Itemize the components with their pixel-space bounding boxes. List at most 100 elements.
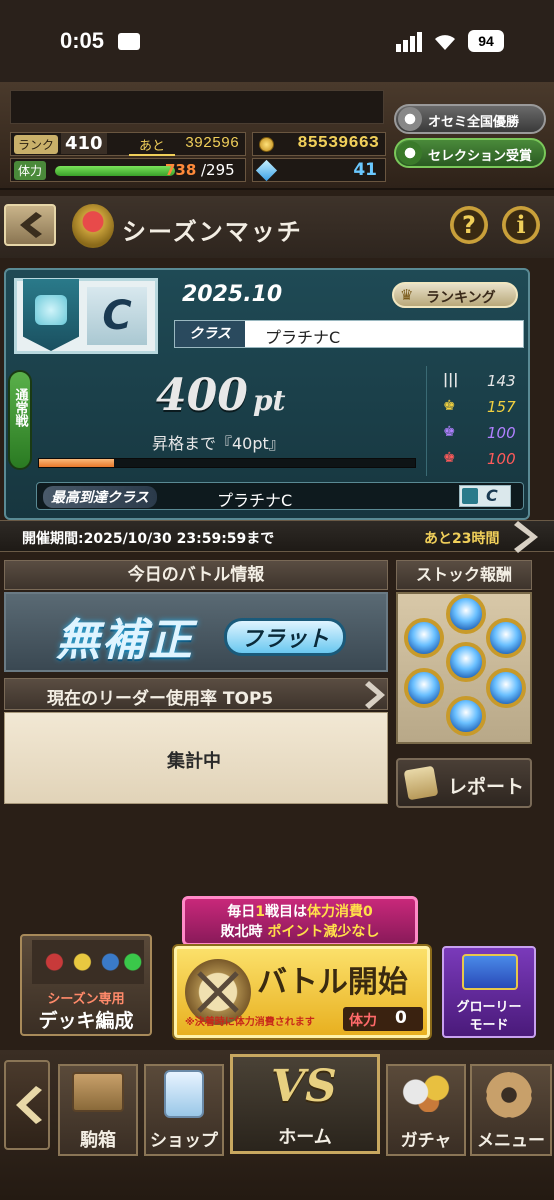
next-value: 392596 xyxy=(184,135,239,152)
chevron-left-icon xyxy=(16,1086,42,1124)
battle-start-label: バトル開始 xyxy=(257,965,408,1000)
bonus-text: 敗北時 xyxy=(220,924,263,940)
stamina-box: 体力 738 /295 xyxy=(10,158,246,182)
season-panel: C 2025.10 ♛ ランキング クラス プラチナC 通常戦 400 pt 昇… xyxy=(4,268,530,520)
purple-crown-icon: ♚ xyxy=(443,424,456,440)
stat-row: ♚ 100 xyxy=(443,448,523,470)
best-class-row: 最高到達クラス プラチナC C xyxy=(36,482,524,510)
leader-usage-label: 現在のリーダー使用率 TOP5 xyxy=(47,689,274,709)
platinum-crown-icon xyxy=(23,279,79,351)
deck-edit-button[interactable]: シーズン専用 デッキ編成 xyxy=(20,934,152,1036)
best-class-crown-icon xyxy=(462,488,478,504)
chevron-right-icon xyxy=(365,681,385,709)
next-label: あと xyxy=(129,135,176,156)
deck-edit-label: デッキ編成 xyxy=(38,1010,134,1032)
no-correction-banner: 無補正 フラット xyxy=(4,592,388,672)
help-button[interactable]: ? xyxy=(450,206,488,244)
bars-icon: ||| xyxy=(443,372,459,388)
national-win-button[interactable]: オセミ全国優勝 xyxy=(394,104,546,134)
promotion-progress-fill xyxy=(39,459,115,467)
promotion-progress-bar xyxy=(38,458,416,468)
stat-row: ♚ 100 xyxy=(443,422,523,444)
battle-cost-value: 0 xyxy=(395,1008,407,1028)
nav-item-home[interactable]: VS ホーム xyxy=(230,1054,380,1154)
leader-usage-header[interactable]: 現在のリーダー使用率 TOP5 xyxy=(4,678,388,710)
battle-note: ※決着時に体力消費されます xyxy=(185,1017,315,1028)
points-display: 400 pt xyxy=(156,370,285,421)
remaining-text: あと23時間 xyxy=(424,531,500,547)
rank-box: ランク 410 あと 392596 xyxy=(10,132,246,156)
banner-sub-text: フラット xyxy=(224,618,347,656)
crown-emblem-icon xyxy=(72,204,114,248)
nav-item-gacha[interactable]: ガチャ xyxy=(386,1064,466,1156)
selection-award-button[interactable]: セレクション受賞 xyxy=(394,138,546,168)
daily-bonus-banner: 毎日1戦目は体力消費0 敗北時 ポイント減少なし xyxy=(182,896,418,946)
points-value: 400 xyxy=(156,370,248,421)
selection-award-label: セレクション受賞 xyxy=(428,149,533,164)
stamina-max: /295 xyxy=(201,161,235,179)
nav-label: 駒箱 xyxy=(80,1130,116,1151)
treasure-chest-icon xyxy=(72,1072,124,1112)
gold-crown-icon: ♚ xyxy=(443,398,456,414)
battery-icon: 94 xyxy=(468,30,504,52)
battle-start-button[interactable]: バトル開始 ※決着時に体力消費されます 体力 0 xyxy=(174,946,430,1038)
national-win-label: オセミ全国優勝 xyxy=(428,115,520,130)
nav-label: ショップ xyxy=(150,1131,218,1151)
title-bar: シーズンマッチ ? i xyxy=(0,196,554,258)
glory-mode-button[interactable]: グローリー モード xyxy=(442,946,536,1038)
award-icon xyxy=(398,141,422,165)
report-button[interactable]: レポート xyxy=(396,758,532,808)
bonus-text: 戦目は xyxy=(265,904,307,920)
promotion-text: 昇格まで『40pt』 xyxy=(152,434,285,453)
nav-item-piece-box[interactable]: 駒箱 xyxy=(58,1064,138,1156)
nav-item-menu[interactable]: メニュー xyxy=(470,1064,552,1156)
nav-item-shop[interactable]: ショップ xyxy=(144,1064,224,1156)
stamina-label: 体力 xyxy=(14,161,47,180)
bonus-text: 1 xyxy=(255,904,265,920)
wifi-icon xyxy=(432,31,458,51)
rank-label: ランク xyxy=(14,135,59,154)
period-text: 開催期間:2025/10/30 23:59:59まで xyxy=(22,531,275,547)
laurel-icon: ♛ xyxy=(400,286,414,304)
stock-reward-panel[interactable] xyxy=(396,592,532,744)
battle-info-header: 今日のバトル情報 xyxy=(4,560,388,590)
status-time: 0:05 xyxy=(60,28,105,53)
scroll-icon xyxy=(403,765,439,801)
page-title: シーズンマッチ xyxy=(122,218,303,246)
stamina-bar xyxy=(55,166,175,176)
stats-column: ||| 143 ♚ 157 ♚ 100 ♚ 100 xyxy=(426,366,526,476)
banner-main-text: 無補正 xyxy=(56,615,194,666)
bonus-text: 毎日 xyxy=(227,904,256,920)
best-class-value: プラチナC xyxy=(217,491,293,510)
bonus-line-1: 毎日1戦目は体力消費0 xyxy=(185,901,415,921)
gem-value: 41 xyxy=(353,160,377,180)
ranking-label: ランキング xyxy=(426,290,496,306)
stat-value: 100 xyxy=(487,424,516,442)
info-button[interactable]: i xyxy=(502,206,540,244)
battle-cost-box: 体力 0 xyxy=(343,1007,423,1031)
best-class-letter: C xyxy=(486,486,498,505)
player-name-field xyxy=(10,90,384,124)
vs-icon: VS xyxy=(271,1061,337,1112)
gear-icon xyxy=(486,1072,532,1118)
gacha-coins-icon xyxy=(400,1072,452,1112)
red-crown-icon: ♚ xyxy=(443,450,456,466)
coin-icon xyxy=(259,137,274,152)
bottom-nav: 駒箱 ショップ VS ホーム ガチャ メニュー xyxy=(0,1050,554,1200)
ranking-button[interactable]: ♛ ランキング xyxy=(392,282,518,308)
bonus-text: ポイント減少なし xyxy=(267,924,380,940)
aggregating-panel: 集計中 xyxy=(4,712,388,804)
gem-cluster-icon xyxy=(404,594,526,736)
nav-back-button[interactable] xyxy=(4,1060,50,1150)
class-value: プラチナC xyxy=(265,328,341,347)
back-button[interactable] xyxy=(4,204,56,246)
season-date: 2025.10 xyxy=(182,282,283,307)
deck-pieces-icon xyxy=(32,940,144,984)
chevron-right-icon[interactable] xyxy=(512,517,542,557)
mode-label: 通常戦 xyxy=(12,388,28,427)
class-letter: C xyxy=(87,287,147,345)
points-unit: pt xyxy=(252,384,286,417)
chevron-left-icon xyxy=(20,212,42,238)
bonus-line-2: 敗北時 ポイント減少なし xyxy=(185,921,415,941)
report-label: レポート xyxy=(448,776,525,798)
